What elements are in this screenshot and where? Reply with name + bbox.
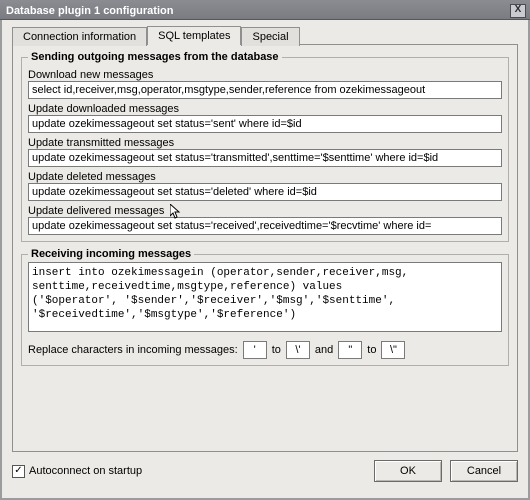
to-label-2: to	[367, 344, 376, 356]
input-updated-sql[interactable]	[28, 115, 502, 133]
replace-label: Replace characters in incoming messages:	[28, 344, 238, 356]
replace-2-to[interactable]	[381, 341, 405, 359]
to-label-1: to	[272, 344, 281, 356]
tab-strip: Connection information SQL templates Spe…	[12, 26, 518, 45]
check-icon: ✓	[12, 465, 25, 478]
and-label: and	[315, 344, 333, 356]
group-outgoing: Sending outgoing messages from the datab…	[21, 51, 509, 242]
input-delivered-sql[interactable]	[28, 217, 502, 235]
input-transmitted-sql[interactable]	[28, 149, 502, 167]
label-download: Download new messages	[28, 69, 502, 81]
ok-button[interactable]: OK	[374, 460, 442, 482]
label-delivered: Update delivered messages	[28, 205, 502, 217]
replace-1-from[interactable]	[243, 341, 267, 359]
close-button[interactable]: X	[510, 4, 526, 18]
tab-special[interactable]: Special	[241, 27, 299, 46]
input-deleted-sql[interactable]	[28, 183, 502, 201]
label-transmitted: Update transmitted messages	[28, 137, 502, 149]
tab-sql-templates[interactable]: SQL templates	[147, 26, 241, 45]
replace-2-from[interactable]	[338, 341, 362, 359]
label-updated: Update downloaded messages	[28, 103, 502, 115]
replace-row: Replace characters in incoming messages:…	[28, 341, 502, 359]
footer-row: ✓ Autoconnect on startup OK Cancel	[12, 452, 518, 482]
group-outgoing-legend: Sending outgoing messages from the datab…	[28, 51, 282, 63]
tab-connection[interactable]: Connection information	[12, 27, 147, 46]
title-bar: Database plugin 1 configuration X	[0, 0, 530, 20]
button-row: OK Cancel	[374, 460, 518, 482]
autoconnect-label: Autoconnect on startup	[29, 465, 142, 477]
autoconnect-checkbox[interactable]: ✓ Autoconnect on startup	[12, 465, 142, 478]
textarea-incoming-sql[interactable]	[28, 262, 502, 332]
group-incoming-legend: Receiving incoming messages	[28, 248, 194, 260]
input-download-sql[interactable]	[28, 81, 502, 99]
window-title: Database plugin 1 configuration	[6, 5, 173, 17]
label-deleted: Update deleted messages	[28, 171, 502, 183]
cancel-button[interactable]: Cancel	[450, 460, 518, 482]
dialog-body: Connection information SQL templates Spe…	[0, 20, 530, 500]
group-incoming: Receiving incoming messages Replace char…	[21, 248, 509, 366]
replace-1-to[interactable]	[286, 341, 310, 359]
tab-panel-sql: Sending outgoing messages from the datab…	[12, 44, 518, 452]
